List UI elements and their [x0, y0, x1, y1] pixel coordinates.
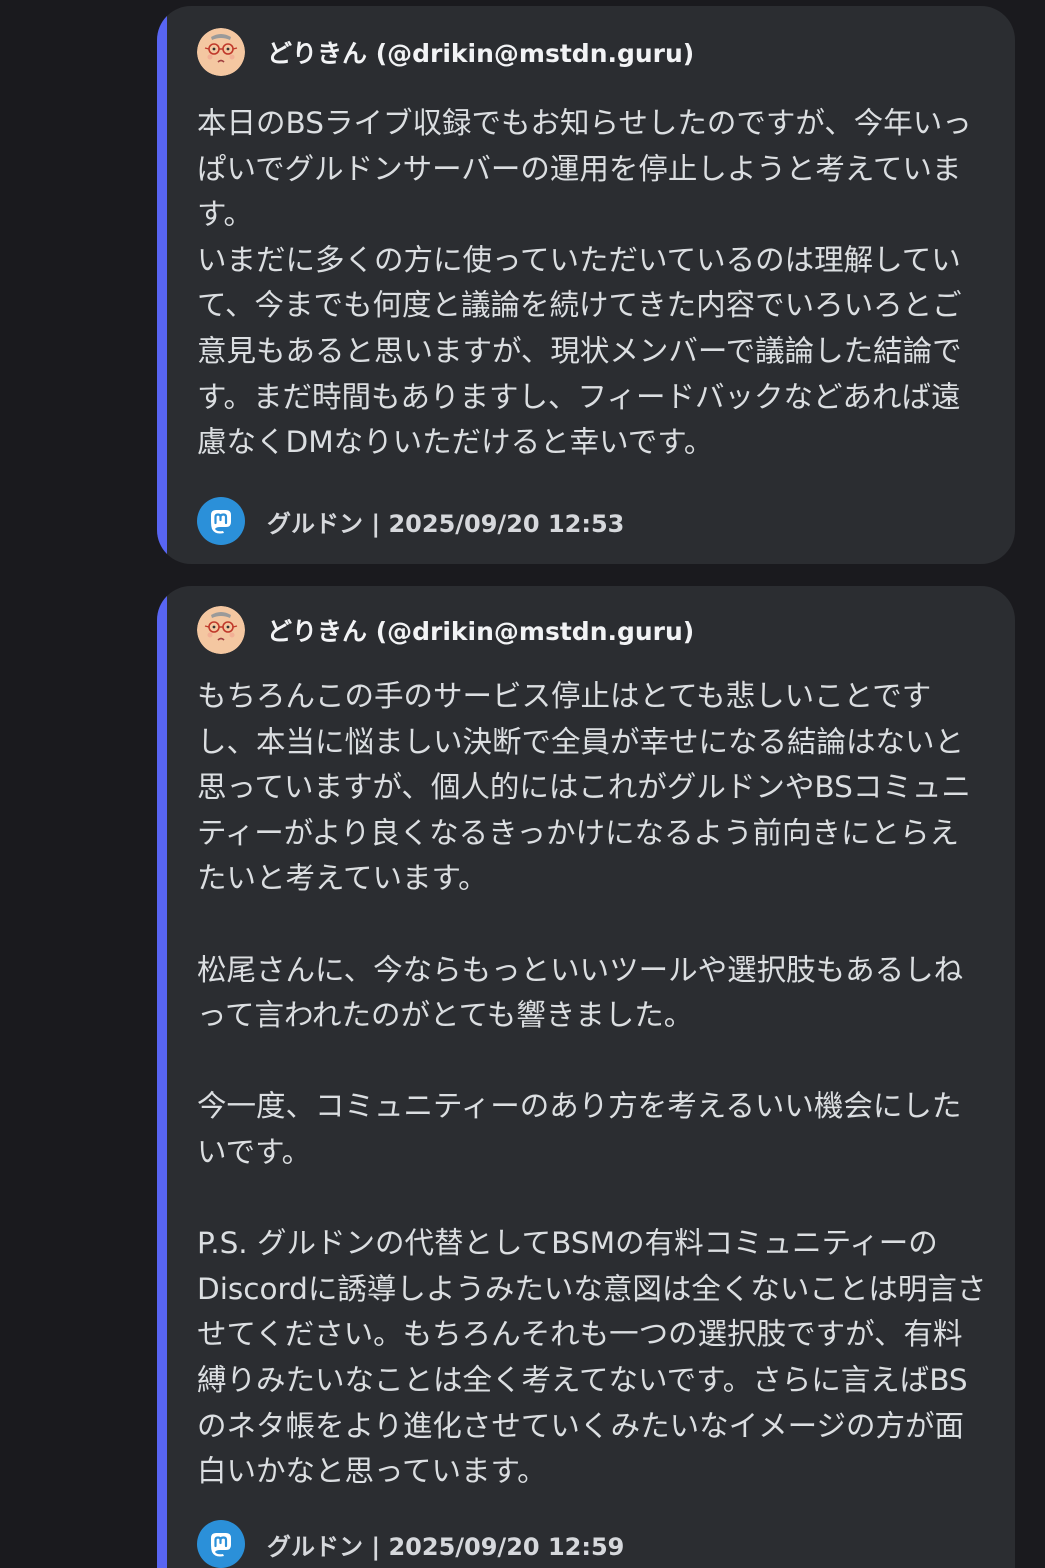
embed-footer-text: グルドン | 2025/09/20 12:53: [267, 509, 625, 538]
embed-accent-bar: [157, 586, 167, 1568]
author-name[interactable]: どりきん (@drikin@mstdn.guru): [267, 612, 694, 648]
embed-footer: グルドン | 2025/09/20 12:59: [197, 1520, 624, 1568]
author-name[interactable]: どりきん (@drikin@mstdn.guru): [267, 34, 694, 70]
embed-author[interactable]: どりきん (@drikin@mstdn.guru): [197, 606, 694, 654]
author-avatar-icon[interactable]: [197, 606, 245, 654]
embed-description: 本日のBSライブ収録でもお知らせしたのですが、今年いっぱいでグルドンサーバーの運…: [197, 106, 972, 460]
embed-author[interactable]: どりきん (@drikin@mstdn.guru): [197, 28, 694, 76]
embed-description: もちろんこの手のサービス停止はとても悲しいことですし、本当に悩ましい決断で全員が…: [197, 679, 987, 1489]
author-avatar-icon[interactable]: [197, 28, 245, 76]
mastodon-icon: [197, 497, 245, 545]
embed-accent-bar: [157, 6, 167, 564]
mastodon-embed[interactable]: どりきん (@drikin@mstdn.guru) もちろんこの手のサービス停止…: [157, 586, 1015, 1568]
mastodon-embed[interactable]: どりきん (@drikin@mstdn.guru) 本日のBSライブ収録でもお知…: [157, 6, 1015, 564]
embed-footer-text: グルドン | 2025/09/20 12:59: [267, 1532, 625, 1561]
embed-footer: グルドン | 2025/09/20 12:53: [197, 497, 624, 545]
message-feed: どりきん (@drikin@mstdn.guru) 本日のBSライブ収録でもお知…: [0, 0, 1045, 1568]
mastodon-icon: [197, 1520, 245, 1568]
